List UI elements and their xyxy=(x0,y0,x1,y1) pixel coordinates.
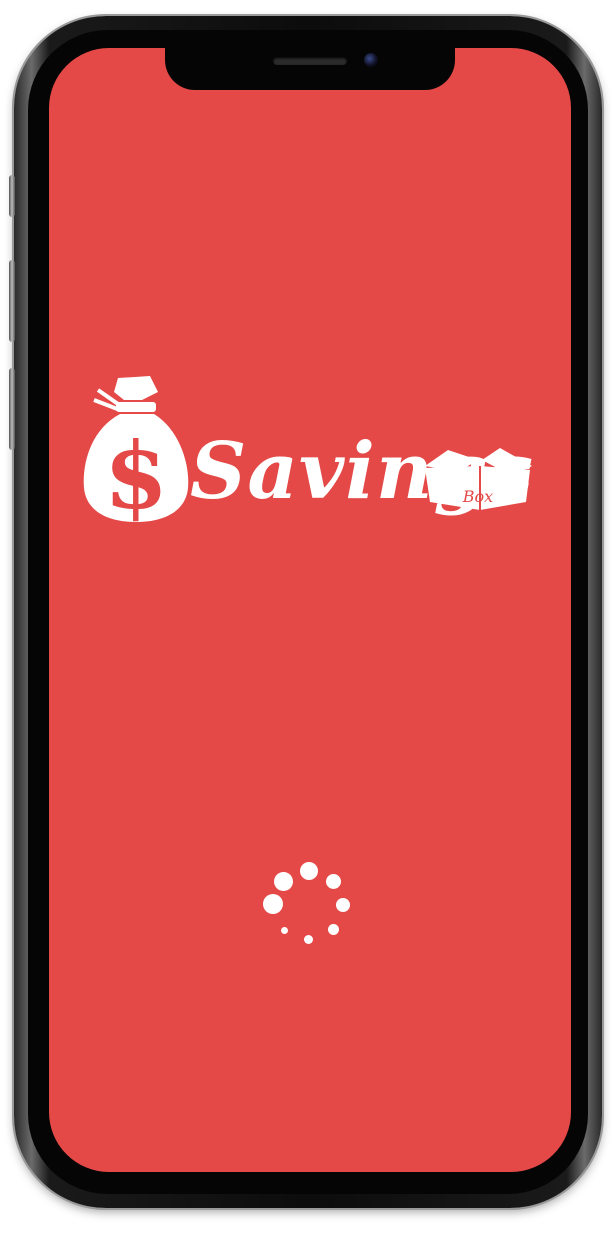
volume-down-button xyxy=(9,368,15,450)
volume-up-button xyxy=(9,260,15,342)
spinner-dot xyxy=(336,898,350,912)
splash-screen xyxy=(49,48,571,1172)
spinner-dot xyxy=(304,935,313,944)
app-logo: $ Savings Box xyxy=(80,370,535,555)
loading-spinner xyxy=(258,858,358,948)
spinner-dot xyxy=(263,894,283,914)
device-mockup: $ Savings Box xyxy=(0,0,612,1245)
spinner-dot xyxy=(300,862,318,880)
earpiece-speaker xyxy=(273,57,347,65)
box-label: Box xyxy=(462,487,493,506)
notch xyxy=(165,48,455,90)
spinner-dot xyxy=(328,924,339,935)
spinner-dot xyxy=(274,872,293,891)
dollar-sign-icon: $ xyxy=(104,422,168,530)
spinner-dot xyxy=(326,874,341,889)
front-camera xyxy=(364,53,378,67)
silent-switch xyxy=(9,175,15,217)
spinner-dot xyxy=(281,927,288,934)
